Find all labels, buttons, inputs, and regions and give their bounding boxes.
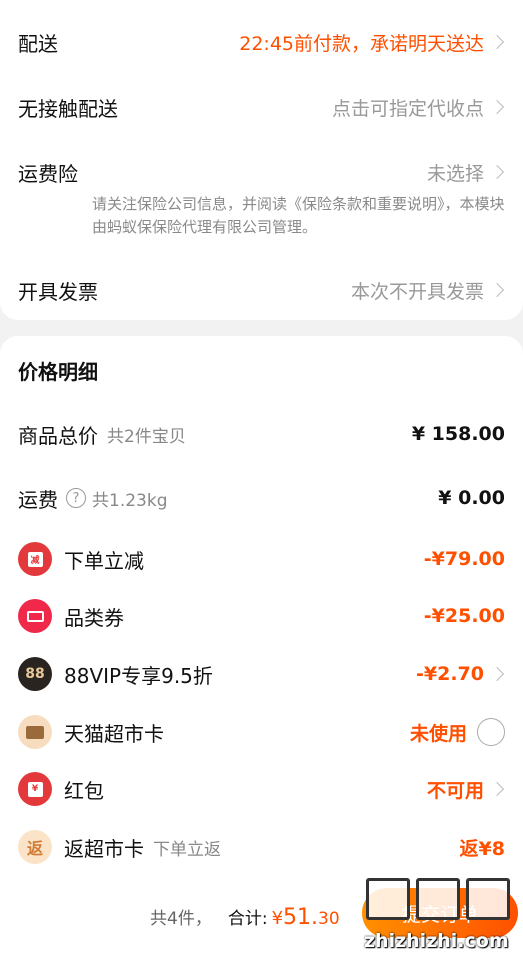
vip88-value: -¥2.70 bbox=[416, 663, 484, 685]
insurance-value: 未选择 bbox=[426, 162, 484, 185]
goods-total-value: ¥ 158.00 bbox=[411, 423, 505, 445]
red-packet-row[interactable]: ¥ 红包 不可用 bbox=[0, 767, 523, 811]
price-detail-title: 价格明细 bbox=[18, 360, 98, 384]
supermarket-card-radio[interactable] bbox=[477, 718, 505, 746]
instant-discount-label: 下单立减 bbox=[64, 548, 144, 573]
help-icon[interactable]: ? bbox=[66, 488, 86, 508]
contactless-row[interactable]: 无接触配送 点击可指定代收点 bbox=[0, 85, 523, 129]
insurance-note: 请关注保险公司信息，并阅读《保险条款和重要说明》，本模块由蚂蚁保保险代理有限公司… bbox=[92, 195, 505, 236]
goods-total-label: 商品总价 bbox=[18, 423, 98, 448]
submit-order-button[interactable]: 提交订单 bbox=[362, 888, 518, 938]
chevron-right-icon bbox=[489, 282, 505, 298]
instant-discount-icon: 减 bbox=[18, 542, 52, 576]
cashback-icon: 返 bbox=[18, 830, 52, 864]
cashback-label: 返超市卡 bbox=[64, 836, 144, 861]
cashback-row: 返 返超市卡 下单立返 返¥8 bbox=[0, 825, 523, 869]
supermarket-card-label: 天猫超市卡 bbox=[64, 721, 164, 746]
freight-sub: 共1.23kg bbox=[92, 490, 168, 511]
red-packet-icon: ¥ bbox=[18, 772, 52, 806]
supermarket-card-value: 未使用 bbox=[409, 722, 467, 745]
chevron-right-icon bbox=[489, 164, 505, 180]
total-amount-int: 51. bbox=[283, 905, 319, 930]
red-packet-label: 红包 bbox=[64, 778, 104, 803]
red-packet-value: 不可用 bbox=[426, 779, 484, 802]
contactless-label: 无接触配送 bbox=[18, 96, 118, 121]
category-coupon-row: 品类券 -¥25.00 bbox=[0, 594, 523, 638]
supermarket-card-icon bbox=[18, 715, 52, 749]
freight-value: ¥ 0.00 bbox=[438, 487, 505, 509]
chevron-right-icon bbox=[489, 781, 505, 797]
shipping-row[interactable]: 配送 22:45前付款，承诺明天送达 bbox=[0, 20, 523, 64]
instant-discount-row: 减 下单立减 -¥79.00 bbox=[0, 537, 523, 581]
vip88-icon: 88 bbox=[18, 657, 52, 691]
chevron-right-icon bbox=[489, 666, 505, 682]
cashback-value: 返¥8 bbox=[459, 837, 505, 860]
item-count: 共4件， bbox=[150, 909, 212, 929]
invoice-value: 本次不开具发票 bbox=[350, 280, 484, 303]
freight-label: 运费 bbox=[18, 487, 58, 512]
order-total: 共4件， 合计: ¥ 51. 30 bbox=[150, 904, 340, 930]
total-label: 合计: bbox=[227, 909, 268, 929]
cashback-sub: 下单立返 bbox=[153, 839, 221, 860]
insurance-label: 运费险 bbox=[18, 161, 78, 186]
category-coupon-label: 品类券 bbox=[64, 605, 124, 630]
delivery-card: 配送 22:45前付款，承诺明天送达 无接触配送 点击可指定代收点 运费险 未选… bbox=[0, 0, 523, 320]
instant-discount-value: -¥79.00 bbox=[423, 548, 505, 570]
insurance-row[interactable]: 运费险 未选择 bbox=[0, 150, 523, 194]
freight-row: 运费 ? 共1.23kg ¥ 0.00 bbox=[0, 476, 523, 520]
supermarket-card-row[interactable]: 天猫超市卡 未使用 bbox=[0, 710, 523, 754]
invoice-label: 开具发票 bbox=[18, 279, 98, 304]
chevron-right-icon bbox=[489, 99, 505, 115]
contactless-value: 点击可指定代收点 bbox=[331, 97, 484, 120]
goods-total-row: 商品总价 共2件宝贝 ¥ 158.00 bbox=[0, 412, 523, 456]
chevron-right-icon bbox=[489, 34, 505, 50]
vip88-row[interactable]: 88 88VIP专享9.5折 -¥2.70 bbox=[0, 652, 523, 696]
bottom-bar: 共4件， 合计: ¥ 51. 30 提交订单 bbox=[0, 876, 523, 959]
goods-total-sub: 共2件宝贝 bbox=[107, 426, 186, 447]
total-amount-dec: 30 bbox=[318, 909, 340, 929]
vip88-label: 88VIP专享9.5折 bbox=[64, 663, 213, 688]
total-currency: ¥ bbox=[271, 908, 284, 929]
invoice-row[interactable]: 开具发票 本次不开具发票 bbox=[0, 268, 523, 312]
shipping-value: 22:45前付款，承诺明天送达 bbox=[239, 32, 484, 55]
shipping-label: 配送 bbox=[18, 31, 58, 56]
category-coupon-value: -¥25.00 bbox=[423, 605, 505, 627]
coupon-icon bbox=[18, 599, 52, 633]
